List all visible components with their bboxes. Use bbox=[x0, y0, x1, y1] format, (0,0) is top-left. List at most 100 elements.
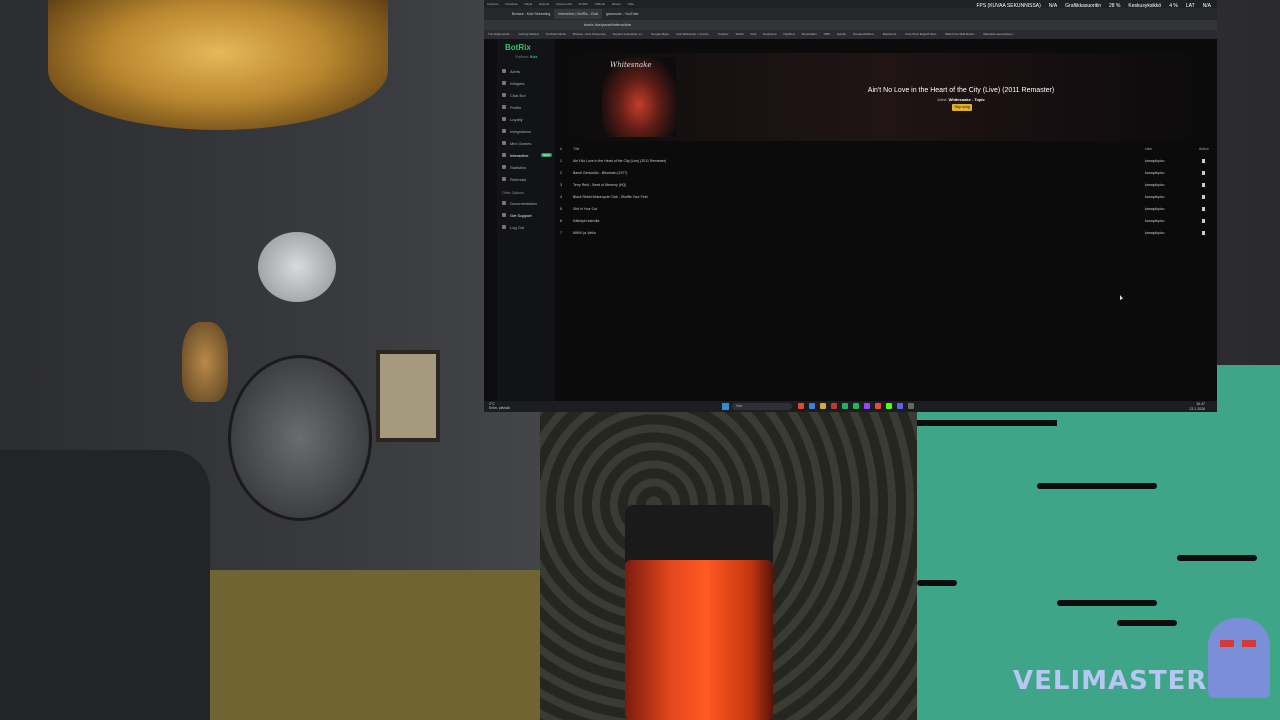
sidebar-item-alerts[interactable]: Alerts bbox=[497, 65, 555, 77]
sidebar-item-log-out[interactable]: Log Out bbox=[497, 221, 555, 233]
spotify-icon[interactable] bbox=[853, 403, 859, 409]
menu-item[interactable]: Profiilit bbox=[579, 2, 588, 6]
bookmark[interactable]: OBS bbox=[824, 32, 830, 36]
game-platform bbox=[1057, 600, 1157, 606]
sidebar-item-interactive[interactable]: Interactive NEW bbox=[497, 149, 555, 161]
menu-item[interactable]: Ohje bbox=[628, 2, 634, 6]
interactive-page: Go Premium Whitesnake Ain't No Love in t… bbox=[555, 39, 1217, 401]
now-playing-banner: Whitesnake Ain't No Love in the Heart of… bbox=[555, 53, 1217, 141]
weather-widget[interactable]: 2°C Enim. pilvistä bbox=[489, 402, 510, 410]
app-icon[interactable] bbox=[842, 403, 848, 409]
bookmark[interactable]: Google Maps bbox=[651, 32, 669, 36]
sidebar-item-widgets[interactable]: Widgets bbox=[497, 77, 555, 89]
bookmark[interactable]: Rockstore bbox=[763, 32, 777, 36]
sidebar-item-documentation[interactable]: Documentation bbox=[497, 197, 555, 209]
chrome-icon[interactable] bbox=[875, 403, 881, 409]
bookmark[interactable]: Nightbot bbox=[784, 32, 795, 36]
book-icon bbox=[502, 201, 506, 205]
row-user: kamquikpixu bbox=[1145, 219, 1165, 223]
row-number: 4 bbox=[560, 195, 562, 199]
taskbar-search[interactable]: Hae bbox=[732, 403, 792, 410]
tab-kick[interactable]: Browse - Kick Streaming bbox=[508, 9, 554, 19]
sidebar-item-statistics[interactable]: Statistics bbox=[497, 161, 555, 173]
table-row[interactable]: 4 Black Rebel Motorcycle Club - Shuffle … bbox=[559, 191, 1213, 203]
folder-icon[interactable] bbox=[820, 403, 826, 409]
bookmark[interactable]: Free Pixel English Sub... bbox=[905, 32, 938, 36]
sidebar-item-label: Widgets bbox=[510, 80, 525, 86]
bookmark[interactable]: Youtube bbox=[718, 32, 729, 36]
row-user: kamquikpixu bbox=[1145, 159, 1165, 163]
sidebar-item-get-support[interactable]: Get Support bbox=[497, 209, 555, 221]
round-mirror bbox=[228, 355, 372, 521]
sidebar-item-mini-games[interactable]: Mini Games bbox=[497, 137, 555, 149]
bookmark[interactable]: Browse - Kick Streaming bbox=[573, 32, 606, 36]
bookmark[interactable]: Watch the Wild Robot... bbox=[945, 32, 976, 36]
bookmark[interactable]: Streamlabs bbox=[802, 32, 817, 36]
bookmark[interactable]: Spotify bbox=[837, 32, 846, 36]
bookmark[interactable]: Vuodenvaihdos... bbox=[853, 32, 876, 36]
kick-icon[interactable] bbox=[886, 403, 892, 409]
bookmark[interactable]: Alkuvalot asennuksen... bbox=[983, 32, 1015, 36]
taskbar-apps bbox=[798, 403, 914, 409]
clock-date: 23.1.2026 bbox=[1189, 406, 1205, 411]
table-row[interactable]: 7 MIKKI ja Veiku kamquikpixu bbox=[559, 227, 1213, 239]
menu-item[interactable]: Tiedosto bbox=[487, 2, 498, 6]
album-cover-text: Whitesnake bbox=[610, 61, 652, 69]
bookmark[interactable]: Tuo kirjanmerkit... bbox=[488, 32, 512, 36]
sidebar-item-label: Loyalty bbox=[510, 116, 523, 122]
skip-song-button[interactable]: Skip song bbox=[952, 104, 972, 111]
platform-value: Kick bbox=[530, 55, 538, 59]
red-speaker bbox=[625, 560, 773, 720]
trash-icon[interactable] bbox=[1202, 207, 1205, 211]
sidebar-item-referrals[interactable]: Referrals bbox=[497, 173, 555, 185]
table-row[interactable]: 2 Bandi Genocidio - Blindman (1977) kamq… bbox=[559, 167, 1213, 179]
bookmark[interactable]: YouTube Music bbox=[546, 32, 566, 36]
bookmark[interactable]: Uusi Webinaari + Ilmoitu... bbox=[676, 32, 711, 36]
sidebar-item-chat-bot[interactable]: Chat Bot bbox=[497, 89, 555, 101]
trash-icon[interactable] bbox=[1202, 183, 1205, 187]
menu-item[interactable]: Näytä bbox=[524, 2, 532, 6]
table-row[interactable]: 3 Terry Reid - Seed of Memory (HQ) kamqu… bbox=[559, 179, 1213, 191]
menu-item[interactable]: Historia bbox=[539, 2, 549, 6]
user-icon bbox=[502, 105, 506, 109]
bookmark[interactable]: Support velimaster on... bbox=[613, 32, 645, 36]
app-icon[interactable] bbox=[809, 403, 815, 409]
trash-icon[interactable] bbox=[1202, 231, 1205, 235]
app-icon[interactable] bbox=[798, 403, 804, 409]
table-row[interactable]: 6 Kätköpiri kahvilla kamquikpixu bbox=[559, 215, 1213, 227]
sidebar-item-loyalty[interactable]: Loyalty bbox=[497, 113, 555, 125]
obs-icon[interactable] bbox=[908, 403, 914, 409]
app-icon[interactable] bbox=[864, 403, 870, 409]
menu-item[interactable]: Kirjanmerkit bbox=[556, 2, 572, 6]
tab-botrix[interactable]: Interactive | BotRix - Chat bbox=[554, 9, 603, 19]
menu-item[interactable]: Ikkuna bbox=[612, 2, 621, 6]
windows-start-icon[interactable] bbox=[722, 403, 729, 410]
robot-eye bbox=[1242, 640, 1256, 647]
menu-item[interactable]: Muokkaa bbox=[505, 2, 517, 6]
chair bbox=[0, 450, 210, 720]
discord-icon[interactable] bbox=[897, 403, 903, 409]
sidebar-item-integrations[interactable]: Integrations bbox=[497, 125, 555, 137]
botrix-logo[interactable]: BotRix bbox=[505, 43, 531, 52]
share-icon bbox=[502, 177, 506, 181]
bookmark[interactable]: Kick bbox=[751, 32, 757, 36]
table-row[interactable]: 5 Shit in Your Cut kamquikpixu bbox=[559, 203, 1213, 215]
tab-youtube[interactable]: gameover - YouTube bbox=[602, 9, 642, 19]
botrix-sidebar: BotRix Platform: Kick Alerts Widgets Cha… bbox=[497, 39, 555, 401]
trash-icon[interactable] bbox=[1202, 171, 1205, 175]
bookmark[interactable]: Rekisteröi... bbox=[883, 32, 899, 36]
queue-table-header: # Title User Action bbox=[559, 145, 1213, 153]
game-platform bbox=[917, 420, 1057, 426]
table-row[interactable]: 1 Ain't No Love in the Heart of the City… bbox=[559, 155, 1213, 167]
trash-icon[interactable] bbox=[1202, 219, 1205, 223]
row-number: 2 bbox=[560, 171, 562, 175]
app-icon[interactable] bbox=[831, 403, 837, 409]
bookmark[interactable]: Getting Started bbox=[519, 32, 539, 36]
bookmark[interactable]: Twitch bbox=[735, 32, 744, 36]
sidebar-item-label: Statistics bbox=[510, 164, 527, 170]
clock[interactable]: 16.47 23.1.2026 bbox=[1189, 402, 1205, 411]
sidebar-item-profile[interactable]: Profile bbox=[497, 101, 555, 113]
address-bar[interactable]: botrix.live/panel/interactive bbox=[484, 20, 1217, 30]
menu-item[interactable]: Välilehti bbox=[595, 2, 606, 6]
trash-icon[interactable] bbox=[1202, 195, 1205, 199]
